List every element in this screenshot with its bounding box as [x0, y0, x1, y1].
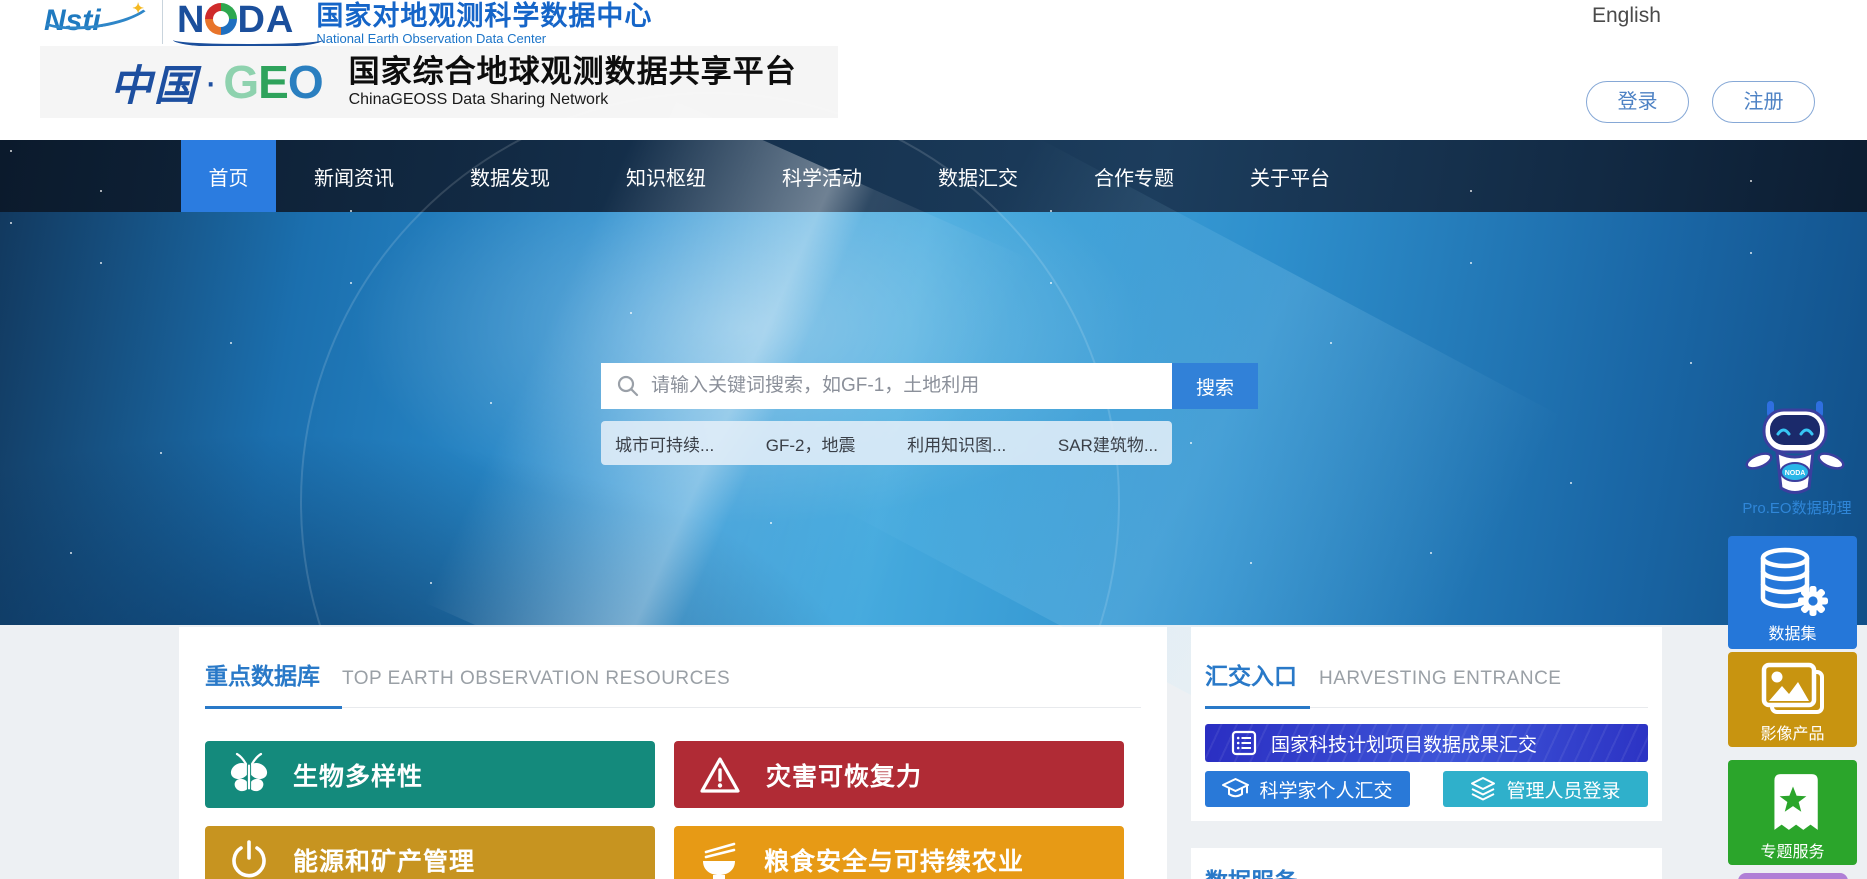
harvesting-sub-buttons: 科学家个人汇交 管理人员登录 [1205, 771, 1648, 807]
hero-starfield-decoration [10, 222, 12, 224]
star-sparkle-icon: ✦ [132, 0, 144, 16]
robot-chest-badge: NODA [1785, 470, 1806, 477]
nav-item-about-platform[interactable]: 关于平台 [1212, 140, 1368, 212]
resource-category-grid: 生物多样性 灾害可恢复力 能源和矿产管理 粮食安全与可持续农业 [205, 741, 1141, 879]
suggestion-sar-buildings[interactable]: SAR建筑物... [1058, 431, 1158, 456]
suggestion-gf2-earthquake[interactable]: GF-2，地震 [766, 431, 856, 456]
admin-login-button[interactable]: 管理人员登录 [1443, 771, 1648, 807]
admin-login-label: 管理人员登录 [1506, 780, 1621, 802]
resources-title-en: TOP EARTH OBSERVATION RESOURCES [342, 668, 731, 689]
rail-label-datasets: 数据集 [1768, 626, 1817, 643]
category-label: 粮食安全与可持续农业 [764, 847, 1025, 876]
rail-button-image-products[interactable]: 影像产品 [1728, 652, 1857, 747]
china-geo-logo-zh: 中国 [110, 61, 199, 109]
data-center-name: 国家对地观测科学数据中心 National Earth Observation … [316, 0, 652, 52]
platform-name-zh: 国家综合地球观测数据共享平台 [348, 54, 797, 89]
harvesting-title-zh: 汇交入口 [1205, 663, 1297, 689]
layers-icon [1471, 777, 1496, 801]
national-program-harvest-label: 国家科技计划项目数据成果汇交 [1271, 734, 1538, 756]
noda-logo: N DA [173, 0, 323, 48]
nav-starfield-decoration [10, 150, 12, 152]
harvesting-title-underline [1205, 706, 1310, 709]
rail-label-image-products: 影像产品 [1760, 726, 1825, 743]
resources-section-header: 重点数据库 TOP EARTH OBSERVATION RESOURCES [205, 657, 1141, 709]
category-food-security[interactable]: 粮食安全与可持续农业 [674, 826, 1124, 879]
nav-item-news[interactable]: 新闻资讯 [276, 140, 432, 212]
nsti-logo: Nsti ✦ [31, 0, 157, 40]
rail-label-topic-services: 专题服务 [1760, 844, 1825, 861]
top-resources-card: 重点数据库 TOP EARTH OBSERVATION RESOURCES 生物… [179, 627, 1167, 879]
list-icon [1231, 730, 1257, 756]
search-input[interactable] [651, 375, 1172, 397]
scientist-harvest-button[interactable]: 科学家个人汇交 [1205, 771, 1410, 807]
hero-banner: 搜索 城市可持续... GF-2，地震 利用知识图... SAR建筑物... [0, 90, 1867, 879]
national-program-harvest-button[interactable]: 国家科技计划项目数据成果汇交 [1205, 724, 1648, 762]
nav-item-home[interactable]: 首页 [181, 140, 276, 212]
harvesting-section-header: 汇交入口 HARVESTING ENTRANCE [1205, 657, 1648, 709]
category-label: 生物多样性 [293, 762, 424, 791]
data-center-name-en: National Earth Observation Data Center [316, 31, 547, 46]
category-disaster-resilience[interactable]: 灾害可恢复力 [674, 741, 1124, 808]
image-icon [1761, 662, 1824, 714]
china-geo-logo-dot: · [204, 59, 218, 104]
resources-title-underline [205, 706, 342, 709]
category-label: 能源和矿产管理 [293, 847, 476, 876]
data-service-card: 数据服务 [1191, 848, 1662, 879]
rail-button-datasets[interactable]: 数据集 [1728, 536, 1857, 649]
category-energy-minerals[interactable]: 能源和矿产管理 [205, 826, 655, 879]
resources-title-zh: 重点数据库 [205, 663, 320, 689]
register-button[interactable]: 注册 [1712, 81, 1815, 123]
category-biodiversity[interactable]: 生物多样性 [205, 741, 655, 808]
geo-letter-g: G [223, 56, 259, 108]
rail-button-partial[interactable] [1738, 873, 1848, 879]
scientist-harvest-label: 科学家个人汇交 [1259, 780, 1393, 802]
butterfly-icon [230, 752, 268, 791]
top-logo-row: Nsti ✦ N DA 国家对地观测科学数据中心 National Earth O… [31, 0, 652, 52]
power-icon [232, 839, 266, 877]
search-bar: 搜索 [601, 363, 1258, 409]
search-icon [617, 375, 639, 397]
harvesting-card: 汇交入口 HARVESTING ENTRANCE 国家科技计划项目数据成果汇交 [1191, 627, 1662, 821]
warning-icon [700, 756, 740, 793]
header: Nsti ✦ N DA 国家对地观测科学数据中心 National Earth O… [0, 0, 1867, 140]
proeo-assistant-robot[interactable]: NODA [1745, 399, 1845, 504]
rail-button-topic-services[interactable]: 专题服务 [1728, 760, 1857, 865]
login-button[interactable]: 登录 [1586, 81, 1689, 123]
data-service-title: 数据服务 [1205, 868, 1297, 879]
robot-icon: NODA [1745, 401, 1845, 494]
suggestion-urban-sustainability[interactable]: 城市可持续... [615, 431, 714, 456]
page: Nsti ✦ N DA 国家对地观测科学数据中心 National Earth O… [0, 0, 1867, 879]
suggestion-knowledge-graph[interactable]: 利用知识图... [907, 431, 1006, 456]
noda-pinwheel-icon [205, 3, 238, 35]
harvesting-title-en: HARVESTING ENTRANCE [1319, 668, 1562, 689]
data-center-name-zh: 国家对地观测科学数据中心 [316, 1, 653, 31]
search-input-box [601, 363, 1172, 409]
search-button[interactable]: 搜索 [1172, 363, 1258, 409]
geo-letter-o: O [287, 56, 324, 108]
language-switch-english[interactable]: English [1592, 4, 1661, 28]
assistant-label[interactable]: Pro.EO数据助理 [1740, 497, 1854, 518]
food-bowl-icon [703, 842, 736, 879]
star-ribbon-icon [1773, 774, 1818, 830]
search-suggestions-bar: 城市可持续... GF-2，地震 利用知识图... SAR建筑物... [601, 421, 1172, 465]
database-gear-icon [1760, 547, 1828, 616]
category-label: 灾害可恢复力 [766, 762, 923, 791]
logo-divider [162, 0, 163, 44]
geo-letter-e: E [258, 56, 289, 108]
china-geo-logo-geo: GEO [223, 55, 324, 109]
graduation-cap-icon [1222, 778, 1250, 798]
